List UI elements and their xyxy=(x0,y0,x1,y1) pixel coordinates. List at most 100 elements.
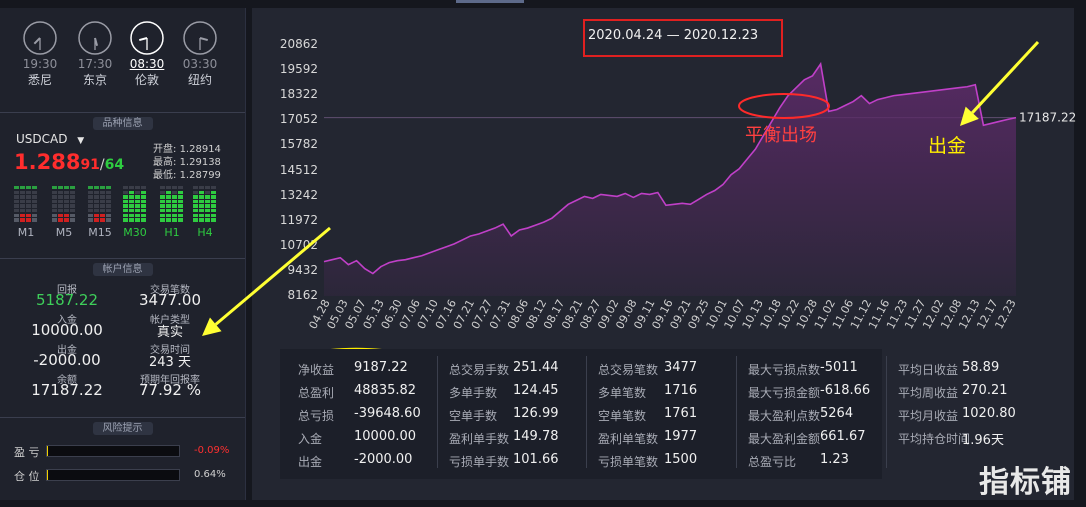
y-tick-label: 19592 xyxy=(279,62,318,77)
divider xyxy=(0,417,245,418)
column-divider xyxy=(437,356,438,468)
clock-icon xyxy=(78,21,112,55)
stat-item: 总交易笔数 3477 xyxy=(598,360,697,378)
stat-value: 3477 xyxy=(664,360,698,375)
clock-3[interactable]: 03:30 纽约 xyxy=(180,20,220,88)
divider xyxy=(0,112,245,113)
stat-value: 1716 xyxy=(664,383,698,398)
clock-time: 17:30 xyxy=(77,57,113,71)
stat-item: 平均周收益 270.21 xyxy=(898,383,1008,401)
y-tick-label: 20862 xyxy=(279,37,318,51)
timeframe-m5[interactable]: M5 xyxy=(49,226,79,239)
stat-label: 总盈利 xyxy=(298,386,335,400)
stat-item: 亏损单手数 101.66 xyxy=(449,452,559,470)
stat-item: 最大亏损点数 -5011 xyxy=(748,360,858,378)
clock-0[interactable]: 19:30 悉尼 xyxy=(20,20,60,88)
stat-label: 亏损单笔数 xyxy=(598,455,659,469)
stat-value: 101.66 xyxy=(513,452,559,467)
risk-section-title: 风险提示 xyxy=(0,419,245,435)
stat-item: 空单笔数 1761 xyxy=(598,406,697,424)
y-tick-label: 15782 xyxy=(279,137,318,152)
position-bar-fill xyxy=(47,470,48,480)
low-price: 最低: 1.28799 xyxy=(153,170,221,181)
stat-value: 5264 xyxy=(820,406,854,421)
trades-value: 3477.00 xyxy=(138,291,202,309)
stat-value: 1977 xyxy=(664,429,698,444)
stat-label: 空单笔数 xyxy=(598,409,647,423)
stat-item: 平均月收益 1020.80 xyxy=(898,406,1016,424)
stat-item: 空单手数 126.99 xyxy=(449,406,559,424)
position-label: 仓 位 xyxy=(14,470,40,483)
stat-value: -5011 xyxy=(820,360,858,375)
clock-2[interactable]: 08:30 伦敦 xyxy=(127,20,167,88)
clock-city: 纽约 xyxy=(187,73,212,87)
signal-bars-m30 xyxy=(123,186,151,226)
stat-value: 1.23 xyxy=(820,452,849,467)
stat-label: 平均日收益 xyxy=(898,363,959,377)
stat-value: -618.66 xyxy=(820,383,871,398)
clock-time: 19:30 xyxy=(22,57,58,71)
clock-time: 08:30 xyxy=(129,57,165,71)
stat-label: 多单手数 xyxy=(449,386,498,400)
stat-label: 最大盈利金额 xyxy=(748,432,821,446)
stat-value: 48835.82 xyxy=(354,383,417,398)
trade-time-value: 243 天 xyxy=(149,355,191,370)
stat-value: 251.44 xyxy=(513,360,559,375)
stat-value: -2000.00 xyxy=(354,452,413,467)
timeframe-m1[interactable]: M1 xyxy=(11,226,41,239)
product-section-title: 品种信息 xyxy=(0,114,245,130)
stat-label: 最大盈利点数 xyxy=(748,409,821,423)
return-value: 5187.22 xyxy=(35,291,99,309)
stat-label: 平均周收益 xyxy=(898,386,959,400)
column-divider xyxy=(586,356,587,468)
pl-label: 盈 亏 xyxy=(14,446,40,459)
stat-value: 58.89 xyxy=(962,360,1000,375)
clock-icon xyxy=(130,21,164,55)
signal-bars-m1 xyxy=(14,186,42,226)
balance-value: 17187.22 xyxy=(31,381,103,399)
stat-value: 1020.80 xyxy=(962,406,1016,421)
pl-bar xyxy=(46,445,180,457)
stat-label: 出金 xyxy=(298,455,323,469)
stat-item: 最大盈利金额 661.67 xyxy=(748,429,866,447)
clock-icon xyxy=(23,21,57,55)
stat-item: 入金 10000.00 xyxy=(298,429,416,447)
stat-item: 总盈亏比 1.23 xyxy=(748,452,849,470)
stat-item: 盈利单笔数 1977 xyxy=(598,429,697,447)
column-divider xyxy=(736,356,737,468)
stat-value: 124.45 xyxy=(513,383,559,398)
stat-label: 亏损单手数 xyxy=(449,455,510,469)
stat-label: 最大亏损点数 xyxy=(748,363,821,377)
y-tick-label: 10702 xyxy=(279,237,318,252)
stat-value: 1.96天 xyxy=(962,433,1004,448)
stat-value: -39648.60 xyxy=(354,406,421,421)
account-section-title: 帐户信息 xyxy=(0,260,245,276)
withdraw-value: -2000.00 xyxy=(33,351,101,369)
y-tick-label: 17052 xyxy=(279,112,318,127)
stat-value: 1500 xyxy=(664,452,698,467)
symbol-selector[interactable]: USDCAD ▼ xyxy=(16,132,84,146)
stat-label: 空单手数 xyxy=(449,409,498,423)
timeframe-h4[interactable]: H4 xyxy=(190,226,220,239)
stat-label: 平均月收益 xyxy=(898,409,959,423)
chevron-down-icon[interactable]: ▼ xyxy=(77,136,84,146)
timeframe-m30[interactable]: M30 xyxy=(120,226,150,239)
stat-value: 661.67 xyxy=(820,429,866,444)
stat-value: 126.99 xyxy=(513,406,559,421)
timeframe-m15[interactable]: M15 xyxy=(85,226,115,239)
position-bar xyxy=(46,469,180,481)
stat-item: 净收益 9187.22 xyxy=(298,360,408,378)
stat-value: 9187.22 xyxy=(354,360,408,375)
stat-item: 总交易手数 251.44 xyxy=(449,360,559,378)
stat-item: 亏损单笔数 1500 xyxy=(598,452,697,470)
account-type-value: 真实 xyxy=(156,325,183,340)
price-display: 1.28891/64 xyxy=(14,150,125,174)
stat-label: 盈利单笔数 xyxy=(598,432,659,446)
divider xyxy=(0,258,245,259)
stat-item: 最大亏损金额 -618.66 xyxy=(748,383,870,401)
timeframe-h1[interactable]: H1 xyxy=(157,226,187,239)
stat-label: 总盈亏比 xyxy=(748,455,797,469)
watermark-logo: 指标铺 xyxy=(979,465,1072,500)
clock-1[interactable]: 17:30 东京 xyxy=(75,20,115,88)
pl-value: -0.09% xyxy=(194,445,230,456)
